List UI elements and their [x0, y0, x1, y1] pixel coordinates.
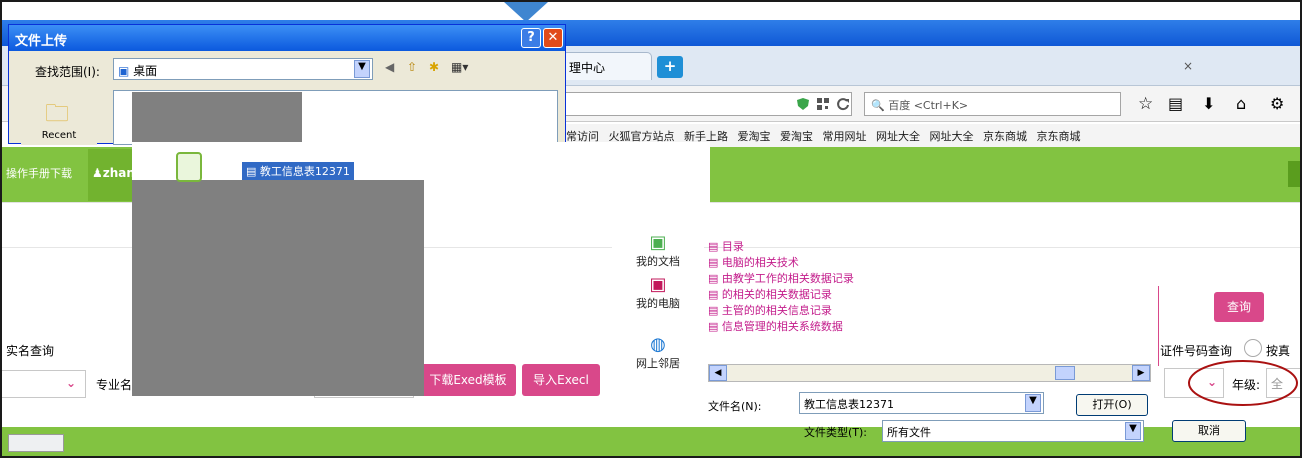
- highlight-circle-icon: [1188, 360, 1298, 406]
- shield-icon: [797, 98, 809, 110]
- up-folder-icon[interactable]: ⇧: [407, 60, 417, 74]
- radio-button[interactable]: [1244, 339, 1262, 357]
- file-list-item[interactable]: ▤ 由教学工作的相关数据记录: [708, 270, 1148, 286]
- chevron-down-icon[interactable]: ▼: [1025, 394, 1041, 412]
- file-list-item[interactable]: ▤ 电脑的相关技术: [708, 254, 1148, 270]
- scroll-thumb[interactable]: [1055, 366, 1075, 380]
- address-bar[interactable]: [562, 92, 852, 116]
- chevron-down-icon[interactable]: ▼: [354, 60, 370, 78]
- realname-query-label: 实名查询: [6, 344, 55, 358]
- documents-icon: ▣: [649, 232, 667, 253]
- file-list-item[interactable]: ▤ 目录: [708, 238, 1148, 254]
- my-computer-item[interactable]: ▣ 我的电脑: [614, 274, 702, 311]
- bookmark-item[interactable]: 爱淘宝: [738, 130, 771, 143]
- new-folder-icon[interactable]: ✱: [429, 60, 439, 74]
- bookmark-item[interactable]: 网址大全: [876, 130, 920, 143]
- star-icon[interactable]: ☆: [1138, 94, 1153, 114]
- user-icon: ♟: [92, 166, 103, 180]
- qr-icon[interactable]: [816, 97, 830, 111]
- bookmark-item[interactable]: 京东商城: [1037, 130, 1081, 143]
- window-restore-icon[interactable]: [8, 434, 64, 452]
- filetype-label: 文件类型(T):: [804, 426, 868, 439]
- places-bar: ▣ 我的文档 ▣ 我的电脑 ◍ 网上邻居: [612, 232, 704, 402]
- new-tab-button[interactable]: +: [657, 56, 683, 78]
- search-box[interactable]: 🔍 百度 <Ctrl+K>: [864, 92, 1121, 116]
- download-icon[interactable]: ⬇: [1202, 94, 1215, 113]
- search-icon: 🔍: [871, 99, 885, 112]
- horizontal-scrollbar[interactable]: ◀ ▶: [708, 364, 1151, 382]
- selected-file-name: 教工信息表12371: [259, 165, 350, 178]
- look-in-value: 桌面: [133, 64, 158, 78]
- file-list-item[interactable]: ▤ 的相关的相关数据记录: [708, 286, 1148, 302]
- my-documents-item[interactable]: ▣ 我的文档: [614, 232, 702, 269]
- download-template-button[interactable]: 下载Exed模板: [420, 364, 516, 396]
- view-menu-icon[interactable]: ▦▾: [451, 60, 468, 74]
- help-button[interactable]: ?: [521, 28, 541, 48]
- cancel-button[interactable]: 取消: [1172, 420, 1246, 442]
- filename-value: 教工信息表12371: [804, 398, 894, 411]
- network-icon: ◍: [650, 334, 666, 355]
- filetype-select[interactable]: 所有文件 ▼: [882, 420, 1144, 442]
- divider: [1158, 286, 1159, 366]
- username: zhan: [102, 166, 135, 180]
- department-select[interactable]: ⌄: [2, 370, 86, 398]
- file-list-item[interactable]: ▤ 信息管理的相关系统数据: [708, 318, 1148, 334]
- chevron-down-icon: ⌄: [66, 376, 77, 390]
- folder-icon: 🗀: [45, 99, 69, 127]
- reload-icon[interactable]: [836, 97, 850, 111]
- bookmark-item[interactable]: 常用网址: [823, 130, 867, 143]
- dialog-title: 文件上传: [15, 34, 68, 49]
- user-menu[interactable]: ♟zhan: [88, 149, 138, 201]
- computer-icon: ▣: [649, 274, 667, 295]
- by-label: 按真: [1266, 344, 1291, 358]
- scroll-right-icon[interactable]: ▶: [1132, 365, 1150, 381]
- look-in-label: 查找范围(I):: [35, 65, 100, 79]
- filename-input[interactable]: 教工信息表12371 ▼: [799, 392, 1044, 414]
- tab-active[interactable]: 理中心 ×: [562, 52, 1193, 80]
- id-query-label: 证件号码查询: [1160, 344, 1233, 358]
- dialog-titlebar: 文件上传: [9, 25, 565, 51]
- back-icon[interactable]: ◀: [385, 60, 394, 74]
- scroll-left-icon[interactable]: ◀: [709, 365, 727, 381]
- selected-file-item[interactable]: ▤ 教工信息表12371: [242, 162, 354, 180]
- file-icon: [176, 152, 202, 182]
- bookmark-item[interactable]: 爱淘宝: [780, 130, 813, 143]
- filename-label: 文件名(N):: [708, 400, 762, 413]
- redacted-area: [132, 180, 424, 396]
- reading-list-icon[interactable]: ▤: [1168, 94, 1183, 113]
- major-label: 专业名: [96, 378, 133, 392]
- manual-download-link[interactable]: 操作手册下载: [6, 165, 72, 181]
- close-button[interactable]: ✕: [543, 28, 563, 48]
- network-places-item[interactable]: ◍ 网上邻居: [614, 334, 702, 371]
- header-right-block: [1288, 161, 1300, 187]
- query-button[interactable]: 查询: [1214, 292, 1264, 322]
- import-excel-button[interactable]: 导入Execl: [522, 364, 600, 396]
- recent-places-item[interactable]: 🗀 Recent: [21, 90, 97, 145]
- bookmark-item[interactable]: 网址大全: [930, 130, 974, 143]
- file-list-item[interactable]: ▤ 主管的的相关信息记录: [708, 302, 1148, 318]
- open-button[interactable]: 打开(O): [1076, 394, 1148, 416]
- chevron-down-icon[interactable]: ▼: [1125, 422, 1141, 440]
- file-listing[interactable]: ▤ 目录 ▤ 电脑的相关技术 ▤ 由教学工作的相关数据记录 ▤ 的相关的相关数据…: [708, 238, 1148, 358]
- excel-file-icon: ▤: [246, 165, 257, 178]
- home-icon[interactable]: ⌂: [1236, 94, 1246, 113]
- tab-label: 理中心: [569, 61, 606, 75]
- screen: 理中心 × + 🔍 百度 <Ctrl+K> ☆ ▤ ⬇ ⌂ ⚙ 常访问 火狐官方…: [0, 0, 1302, 458]
- desktop-icon: ▣: [118, 64, 130, 78]
- look-in-select[interactable]: ▣ 桌面 ▼: [113, 58, 373, 80]
- search-placeholder: 百度 <Ctrl+K>: [888, 99, 969, 112]
- bookmark-item[interactable]: 京东商城: [983, 130, 1027, 143]
- tab-close-icon[interactable]: ×: [1183, 59, 1193, 73]
- extensions-icon[interactable]: ⚙: [1270, 94, 1284, 113]
- filetype-value: 所有文件: [887, 426, 931, 439]
